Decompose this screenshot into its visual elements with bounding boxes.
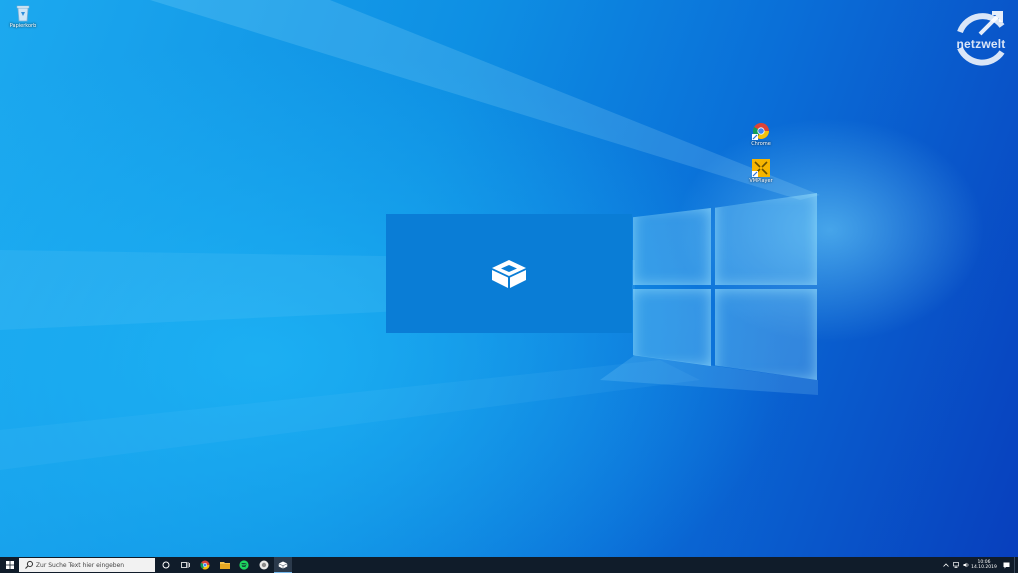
- app-round-icon: [259, 560, 269, 570]
- speaker-icon: [963, 562, 968, 568]
- sandbox-box-icon: [492, 259, 526, 288]
- notification-icon: [1003, 562, 1009, 568]
- spotify-icon: [239, 560, 249, 570]
- desktop-icon-vmware[interactable]: VMPlayer: [741, 158, 781, 185]
- task-view-button[interactable]: [176, 557, 194, 573]
- tray-show-hidden-button[interactable]: [941, 557, 951, 573]
- wallpaper-logo-pane: [715, 289, 817, 380]
- taskbar-explorer-button[interactable]: [216, 557, 234, 573]
- windows-start-icon: [5, 561, 14, 569]
- tray-clock[interactable]: 10:06 14.10.2019: [971, 557, 997, 573]
- wallpaper-logo-pane: [633, 208, 711, 285]
- taskbar-sandbox-button[interactable]: [274, 557, 292, 573]
- chevron-up-icon: [943, 563, 949, 567]
- desktop: Papierkorb Chrome VMPlayer netzwelt: [0, 0, 1018, 557]
- network-icon: [952, 562, 959, 568]
- tray-network-button[interactable]: [951, 557, 961, 573]
- desktop-icon-label: VMPlayer: [749, 178, 773, 184]
- tray-volume-button[interactable]: [961, 557, 971, 573]
- taskbar-chrome-button[interactable]: [196, 557, 214, 573]
- chrome-icon: [751, 121, 771, 141]
- wallpaper-logo-pane: [633, 289, 711, 366]
- clock-date: 14.10.2019: [971, 565, 997, 570]
- desktop-icon-label: Chrome: [751, 141, 771, 147]
- desktop-icon-label: Papierkorb: [9, 23, 37, 29]
- desktop-icon-chrome[interactable]: Chrome: [741, 121, 781, 148]
- cortana-circle-icon: [162, 561, 170, 569]
- chrome-icon: [200, 560, 210, 570]
- task-view-icon: [180, 562, 190, 568]
- netzwelt-logo-text: netzwelt: [956, 37, 1006, 51]
- taskbar-search-box[interactable]: [19, 558, 155, 572]
- netzwelt-watermark: netzwelt: [950, 8, 1012, 68]
- taskbar-app-button[interactable]: [255, 557, 273, 573]
- start-button[interactable]: [0, 557, 19, 573]
- search-icon: [25, 560, 34, 569]
- taskbar-spotify-button[interactable]: [235, 557, 253, 573]
- action-center-button[interactable]: [999, 557, 1013, 573]
- wallpaper-logo-pane: [715, 193, 817, 285]
- desktop-icon-recycle-bin[interactable]: Papierkorb: [3, 3, 43, 30]
- sandbox-splash-window[interactable]: [386, 214, 632, 333]
- cortana-button[interactable]: [157, 557, 175, 573]
- vmware-icon: [751, 158, 771, 178]
- folder-icon: [220, 561, 230, 569]
- recycle-bin-icon: [13, 3, 33, 23]
- sandbox-box-icon: [278, 561, 288, 568]
- taskbar-search-input[interactable]: [33, 559, 155, 571]
- show-desktop-button[interactable]: [1014, 557, 1018, 573]
